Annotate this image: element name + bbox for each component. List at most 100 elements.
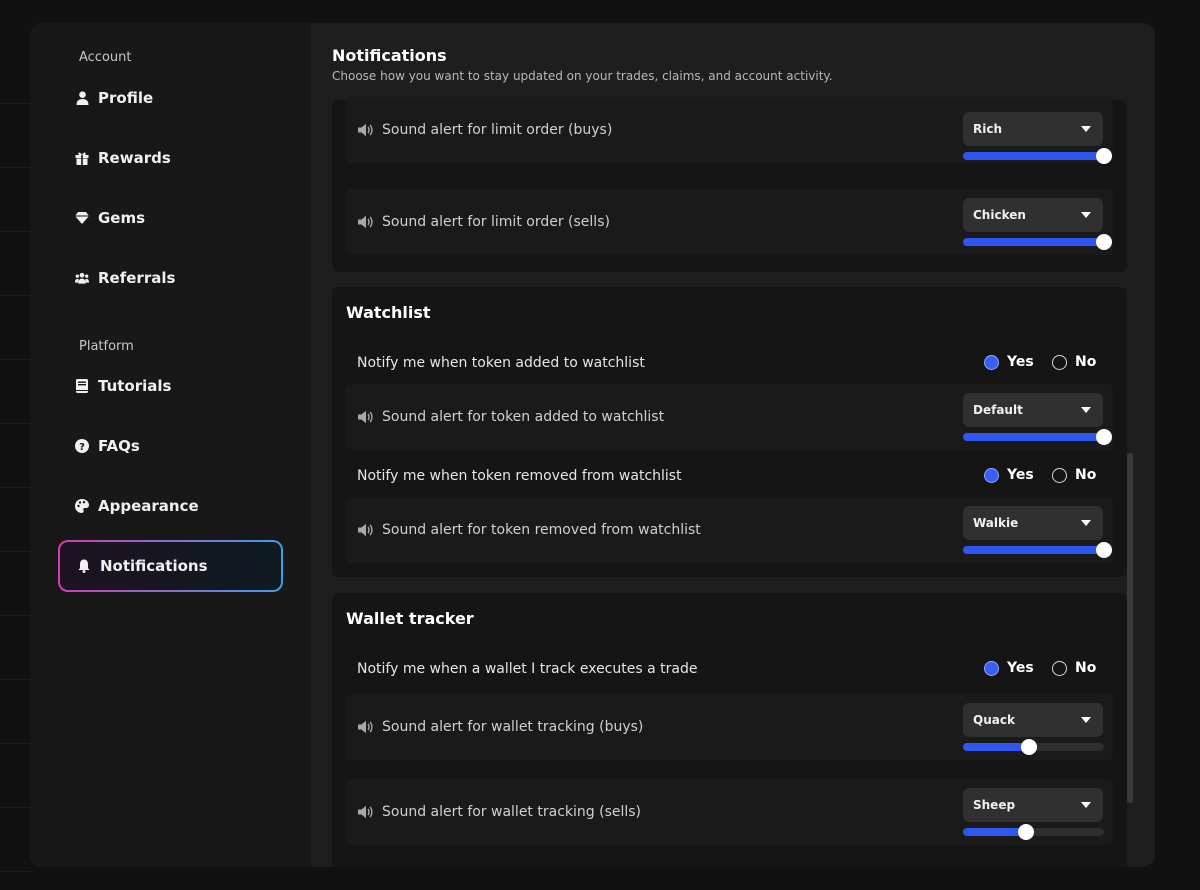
scrollbar-thumb[interactable] (1127, 453, 1133, 803)
watchlist-removed-toggle: Notify me when token removed from watchl… (357, 465, 1117, 489)
volume-slider-fill (963, 743, 1030, 751)
sidebar-item-label: Rewards (98, 149, 171, 167)
background-rows (0, 40, 30, 872)
sound-select[interactable]: Quack (963, 703, 1103, 737)
page-title: Notifications (332, 46, 447, 65)
speaker-icon (358, 523, 374, 537)
volume-slider[interactable] (963, 429, 1112, 445)
sidebar-item-label: Gems (98, 209, 146, 227)
radio-yes[interactable]: Yes (984, 467, 1034, 483)
row-label: Sound alert for token added to watchlist (382, 409, 665, 425)
wallet-tracker-card: Wallet tracker Notify me when a wallet I… (332, 593, 1127, 867)
radio-yes[interactable]: Yes (984, 660, 1034, 676)
speaker-icon (358, 720, 374, 734)
radio-no[interactable]: No (1052, 660, 1096, 676)
limit-order-card: Sound alert for limit order (buys) Rich … (332, 97, 1127, 272)
gift-icon (75, 151, 89, 165)
row-label: Sound alert for limit order (buys) (382, 122, 613, 138)
row-label: Sound alert for wallet tracking (sells) (382, 804, 642, 820)
sidebar-item-label: Notifications (100, 557, 208, 575)
limit-order-buys-row: Sound alert for limit order (buys) Rich (346, 97, 1113, 164)
book-icon (75, 379, 89, 393)
sound-select-value: Sheep (973, 798, 1016, 812)
watchlist-added-toggle: Notify me when token added to watchlist … (357, 352, 1117, 376)
toggle-label: Notify me when token added to watchlist (357, 355, 645, 371)
user-icon (75, 91, 89, 105)
sidebar-item-label: Profile (98, 89, 154, 107)
volume-slider-fill (963, 152, 1104, 160)
volume-slider-thumb[interactable] (1096, 148, 1112, 164)
volume-slider-thumb[interactable] (1018, 824, 1035, 840)
row-label: Sound alert for limit order (sells) (382, 214, 610, 230)
wallet-trade-toggle: Notify me when a wallet I track executes… (357, 658, 1117, 682)
volume-slider-thumb[interactable] (1096, 429, 1112, 445)
help-icon: ? (75, 439, 89, 453)
radio-button[interactable] (1052, 660, 1067, 676)
volume-slider-fill (963, 433, 1104, 441)
row-label: Sound alert for token removed from watch… (382, 522, 701, 538)
notifications-panel: Notifications Choose how you want to sta… (311, 23, 1155, 867)
sidebar-item-profile[interactable]: Profile (58, 72, 283, 124)
settings-modal: Account Profile Rewards Gems Referrals P… (30, 23, 1155, 867)
sidebar-item-notifications[interactable]: Notifications (58, 540, 283, 592)
sound-select-value: Walkie (973, 516, 1019, 530)
sidebar-item-appearance[interactable]: Appearance (58, 480, 283, 532)
platform-heading: Platform (79, 339, 134, 354)
sound-select[interactable]: Rich (963, 112, 1103, 146)
radio-button[interactable] (1052, 354, 1067, 370)
watchlist-removed-sound-row: Sound alert for token removed from watch… (346, 497, 1113, 563)
sidebar-item-rewards[interactable]: Rewards (58, 132, 283, 184)
volume-slider-thumb[interactable] (1096, 542, 1112, 558)
speaker-icon (358, 410, 374, 424)
sidebar-item-faqs[interactable]: ? FAQs (58, 420, 283, 472)
account-heading: Account (79, 50, 132, 65)
volume-slider-thumb[interactable] (1096, 234, 1112, 250)
radio-button[interactable] (984, 660, 999, 676)
limit-order-sells-row: Sound alert for limit order (sells) Chic… (346, 189, 1113, 255)
watchlist-card: Watchlist Notify me when token added to … (332, 287, 1127, 577)
volume-slider[interactable] (963, 234, 1112, 250)
chevron-down-icon (1081, 212, 1091, 218)
sidebar-item-label: Tutorials (98, 377, 172, 395)
volume-slider[interactable] (963, 824, 1104, 840)
watchlist-title: Watchlist (346, 303, 431, 322)
wallet-tracker-title: Wallet tracker (346, 609, 474, 628)
volume-slider-fill (963, 238, 1104, 246)
volume-slider-fill (963, 828, 1027, 836)
chevron-down-icon (1081, 126, 1091, 132)
chevron-down-icon (1081, 520, 1091, 526)
sound-select[interactable]: Chicken (963, 198, 1103, 232)
sound-select-value: Quack (973, 713, 1015, 727)
volume-slider[interactable] (963, 739, 1104, 755)
sidebar-item-referrals[interactable]: Referrals (58, 252, 283, 304)
palette-icon (75, 499, 89, 513)
volume-slider[interactable] (963, 542, 1112, 558)
svg-text:?: ? (79, 442, 85, 453)
sidebar-item-gems[interactable]: Gems (58, 192, 283, 244)
toggle-label: Notify me when token removed from watchl… (357, 468, 682, 484)
volume-slider[interactable] (963, 148, 1112, 164)
radio-button[interactable] (984, 467, 999, 483)
radio-no[interactable]: No (1052, 467, 1096, 483)
sound-select[interactable]: Walkie (963, 506, 1103, 540)
radio-button[interactable] (1052, 467, 1067, 483)
settings-sidebar: Account Profile Rewards Gems Referrals P… (30, 23, 311, 867)
chevron-down-icon (1081, 407, 1091, 413)
volume-slider-fill (963, 546, 1104, 554)
radio-yes[interactable]: Yes (984, 354, 1034, 370)
radio-button[interactable] (984, 354, 999, 370)
sound-select-value: Default (973, 403, 1023, 417)
sidebar-item-label: Referrals (98, 269, 176, 287)
sound-select[interactable]: Default (963, 393, 1103, 427)
volume-slider-thumb[interactable] (1021, 739, 1038, 755)
speaker-icon (358, 123, 374, 137)
gem-icon (75, 211, 89, 225)
sidebar-item-tutorials[interactable]: Tutorials (58, 360, 283, 412)
sound-select[interactable]: Sheep (963, 788, 1103, 822)
chevron-down-icon (1081, 802, 1091, 808)
radio-no[interactable]: No (1052, 354, 1096, 370)
speaker-icon (358, 805, 374, 819)
bell-icon (77, 559, 91, 573)
toggle-label: Notify me when a wallet I track executes… (357, 661, 698, 677)
wallet-sells-sound-row: Sound alert for wallet tracking (sells) … (346, 779, 1113, 845)
